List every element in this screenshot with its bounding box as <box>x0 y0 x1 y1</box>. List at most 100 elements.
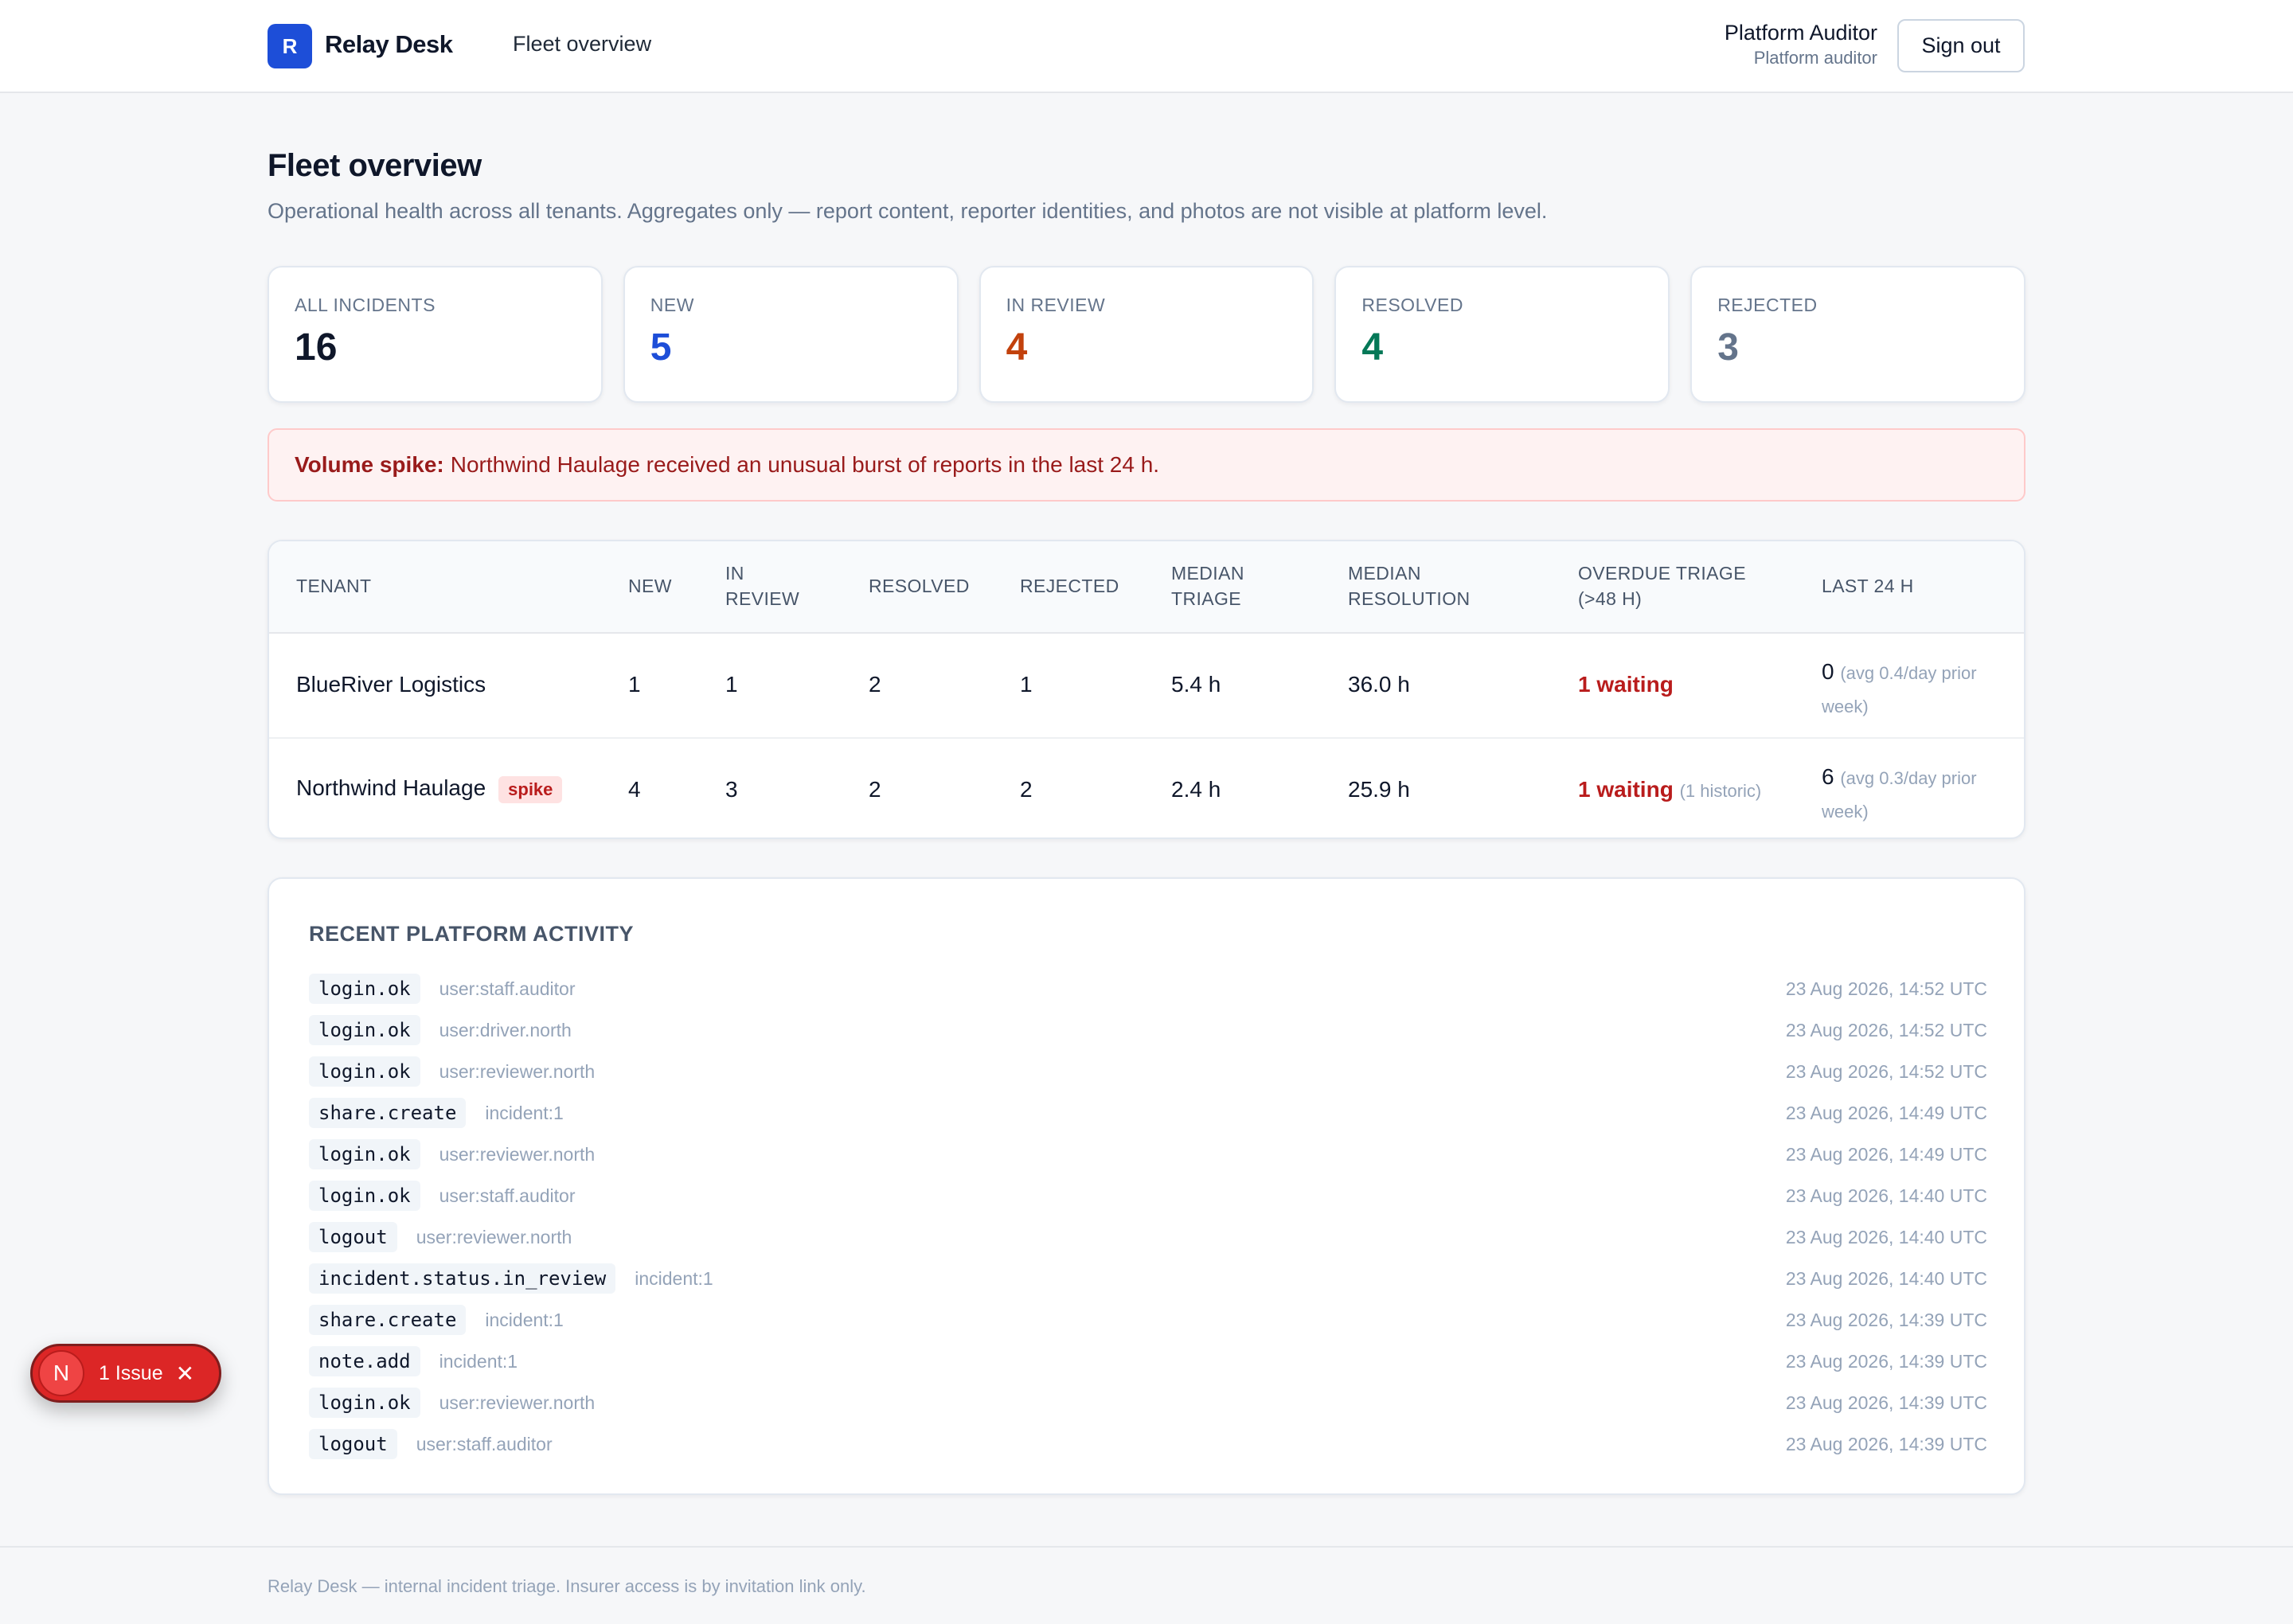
activity-event: incident.status.in_review <box>309 1263 616 1294</box>
header-line: OVERDUE TRIAGE <box>1578 563 1746 584</box>
header-resolved: RESOLVED <box>869 576 970 596</box>
page-subtitle: Operational health across all tenants. A… <box>268 199 1548 223</box>
activity-event: login.ok <box>309 974 420 1004</box>
activity-timestamp: 23 Aug 2026, 14:39 UTC <box>1785 1350 1987 1372</box>
cell-last-24h: 0 (avg 0.4/day prior week) <box>1822 656 2013 723</box>
footer: Relay Desk — internal incident triage. I… <box>0 1546 2293 1624</box>
activity-event: login.ok <box>309 1388 420 1418</box>
activity-title: RECENT PLATFORM ACTIVITY <box>309 922 634 946</box>
footer-text: Relay Desk — internal incident triage. I… <box>268 1576 866 1596</box>
brand-name[interactable]: Relay Desk <box>325 30 453 59</box>
cell-median-triage: 2.4 h <box>1171 777 1221 802</box>
stat-card-in-review: IN REVIEW 4 <box>979 266 1314 403</box>
activity-row: login.ok user:reviewer.north 23 Aug 2026, … <box>309 1051 1987 1092</box>
stat-card-all-incidents: ALL INCIDENTS 16 <box>268 266 603 403</box>
header-new: NEW <box>628 576 672 596</box>
activity-timestamp: 23 Aug 2026, 14:52 UTC <box>1785 1019 1987 1040</box>
cell-overdue: 1 waiting (1 historic) <box>1578 777 1761 802</box>
header-line: MEDIAN <box>1171 563 1244 584</box>
stat-label: IN REVIEW <box>1006 295 1106 315</box>
activity-target: user:reviewer.north <box>416 1226 572 1247</box>
header-median-resolution: MEDIAN RESOLUTION <box>1348 560 1471 611</box>
stat-card-new: NEW 5 <box>623 266 959 403</box>
stat-value: 4 <box>1361 326 1384 369</box>
user-name: Platform Auditor <box>1724 21 1877 45</box>
header-median-triage: MEDIAN TRIAGE <box>1171 560 1244 611</box>
header-line: REVIEW <box>725 588 800 609</box>
cell-in-review: 1 <box>725 672 738 697</box>
activity-row: note.add incident:1 23 Aug 2026, 14:39 UTC <box>309 1341 1987 1382</box>
activity-event: login.ok <box>309 1056 420 1087</box>
sign-out-button[interactable]: Sign out <box>1897 19 2025 72</box>
overdue-note: (1 historic) <box>1679 781 1762 801</box>
activity-row: login.ok user:staff.auditor 23 Aug 2026, 1… <box>309 1175 1987 1216</box>
alert-title: Volume spike: <box>295 452 444 477</box>
last24-note: (avg 0.3/day prior <box>1840 768 1977 788</box>
header-last-24h: LAST 24 H <box>1822 576 1914 596</box>
activity-event: login.ok <box>309 1181 420 1211</box>
overdue-count: 1 waiting <box>1578 777 1674 802</box>
header-rejected: REJECTED <box>1020 576 1119 596</box>
activity-target: user:staff.auditor <box>439 1185 576 1206</box>
activity-timestamp: 23 Aug 2026, 14:40 UTC <box>1785 1185 1987 1206</box>
activity-timestamp: 23 Aug 2026, 14:49 UTC <box>1785 1102 1987 1123</box>
nav-fleet-overview[interactable]: Fleet overview <box>513 32 651 57</box>
top-bar: R Relay Desk Fleet overview Platform Aud… <box>0 0 2293 93</box>
activity-row: share.create incident:1 23 Aug 2026, 14:49… <box>309 1092 1987 1134</box>
table-row[interactable]: Northwind Haulage spike 4 3 2 2 2.4 h 25.… <box>269 737 2024 837</box>
last24-count: 0 <box>1822 659 1834 684</box>
activity-target: user:reviewer.north <box>439 1392 596 1413</box>
activity-event: login.ok <box>309 1139 420 1169</box>
activity-row: login.ok user:reviewer.north 23 Aug 2026, … <box>309 1382 1987 1423</box>
activity-list: login.ok user:staff.auditor 23 Aug 2026, 1… <box>309 968 1987 1465</box>
activity-row: share.create incident:1 23 Aug 2026, 14:39… <box>309 1299 1987 1341</box>
cell-rejected: 2 <box>1020 777 1033 802</box>
cell-new: 4 <box>628 777 641 802</box>
issue-count-label[interactable]: 1 Issue <box>99 1362 163 1385</box>
stat-value: 16 <box>295 326 338 369</box>
last24-count: 6 <box>1822 764 1834 789</box>
issues-indicator[interactable]: N 1 Issue ✕ <box>30 1344 221 1403</box>
stat-card-resolved: RESOLVED 4 <box>1334 266 1670 403</box>
tenant-table: TENANT NEW IN REVIEW RESOLVED REJECTED M… <box>268 540 2025 839</box>
activity-event: share.create <box>309 1098 467 1128</box>
activity-row: logout user:reviewer.north 23 Aug 2026, 14… <box>309 1216 1987 1258</box>
header-tenant: TENANT <box>296 576 372 596</box>
activity-event: note.add <box>309 1346 420 1376</box>
activity-row: login.ok user:staff.auditor 23 Aug 2026, 1… <box>309 968 1987 1009</box>
cell-in-review: 3 <box>725 777 738 802</box>
last24-note: (avg 0.4/day prior <box>1840 663 1977 683</box>
activity-event: share.create <box>309 1305 467 1335</box>
header-overdue-triage: OVERDUE TRIAGE (>48 H) <box>1578 560 1746 611</box>
activity-target: incident:1 <box>439 1350 518 1372</box>
header-line: IN <box>725 563 744 584</box>
cell-last-24h: 6 (avg 0.3/day prior week) <box>1822 761 2013 828</box>
cell-new: 1 <box>628 672 641 697</box>
activity-timestamp: 23 Aug 2026, 14:40 UTC <box>1785 1267 1987 1289</box>
cell-resolved: 2 <box>869 672 881 697</box>
stat-value: 5 <box>650 326 672 369</box>
header-line: TRIAGE <box>1171 588 1242 609</box>
activity-timestamp: 23 Aug 2026, 14:39 UTC <box>1785 1433 1987 1454</box>
activity-target: user:staff.auditor <box>439 978 576 999</box>
table-row[interactable]: BlueRiver Logistics 1 1 2 1 5.4 h 36.0 h… <box>269 634 2024 737</box>
stat-cards: ALL INCIDENTS 16 NEW 5 IN REVIEW 4 RESOL… <box>268 266 2025 403</box>
tenant-name[interactable]: BlueRiver Logistics <box>296 672 486 697</box>
last24-note: week) <box>1822 802 1869 822</box>
stat-card-rejected: REJECTED 3 <box>1690 266 2025 403</box>
activity-row: login.ok user:reviewer.north 23 Aug 2026, … <box>309 1134 1987 1175</box>
activity-event: logout <box>309 1429 397 1459</box>
activity-row: logout user:staff.auditor 23 Aug 2026, 14:… <box>309 1423 1987 1465</box>
activity-target: user:staff.auditor <box>416 1433 553 1454</box>
issue-avatar[interactable]: N <box>38 1350 84 1396</box>
brand-logo[interactable]: R <box>268 24 312 68</box>
close-icon[interactable]: ✕ <box>176 1360 194 1387</box>
activity-target: incident:1 <box>485 1309 564 1330</box>
cell-resolved: 2 <box>869 777 881 802</box>
stat-value: 4 <box>1006 326 1028 369</box>
activity-event: logout <box>309 1222 397 1252</box>
stat-label: REJECTED <box>1717 295 1818 315</box>
tenant-name-text: Northwind Haulage <box>296 775 486 800</box>
activity-timestamp: 23 Aug 2026, 14:49 UTC <box>1785 1143 1987 1165</box>
tenant-name[interactable]: Northwind Haulage spike <box>296 775 563 803</box>
